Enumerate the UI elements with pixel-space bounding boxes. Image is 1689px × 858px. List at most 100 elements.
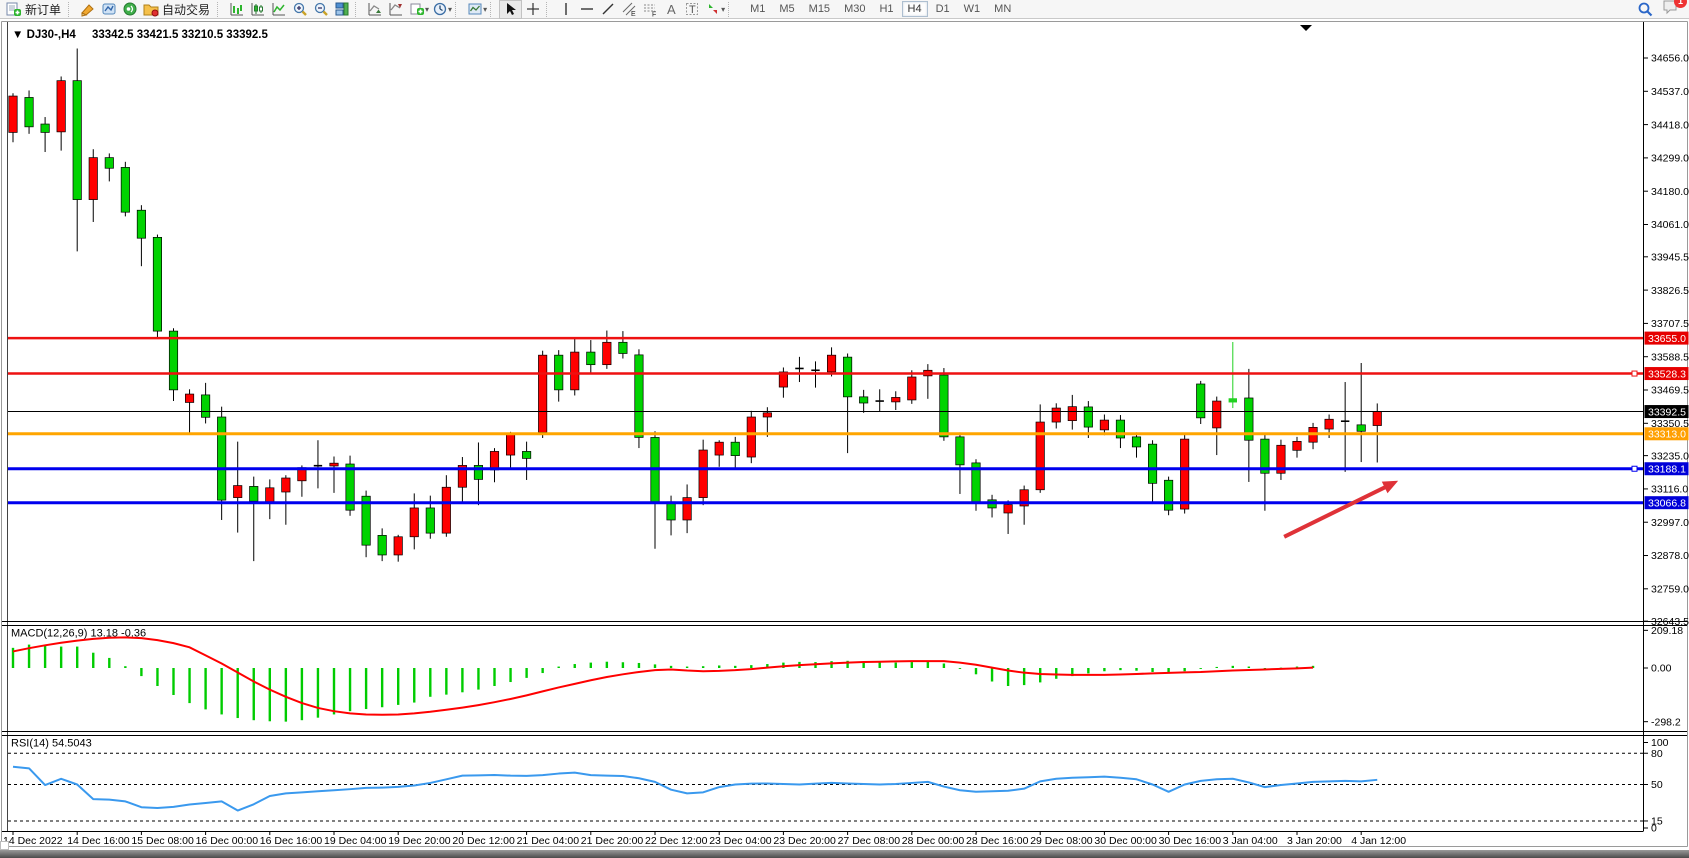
candle-body	[827, 355, 835, 372]
candle-body	[9, 96, 17, 132]
indicator-window-icon[interactable]	[385, 1, 406, 18]
arrow-objects-caret-icon[interactable]: ▾	[721, 5, 725, 14]
text-label-tool-icon[interactable]: T	[681, 1, 702, 18]
timeframe-button-m5[interactable]: M5	[773, 1, 800, 17]
candle-body	[683, 498, 691, 520]
time-tick-label: 3 Jan 20:00	[1287, 835, 1342, 847]
time-tick-label: 19 Dec 20:00	[388, 835, 451, 847]
price-badge-label: 33313.0	[1648, 428, 1686, 440]
candle-body	[442, 487, 450, 533]
candle-body	[394, 537, 402, 555]
time-tick-label: 19 Dec 04:00	[324, 835, 387, 847]
rsi-tick-label: 50	[1651, 779, 1663, 791]
line-anchor-handle[interactable]	[1632, 466, 1637, 471]
line-chart-icon[interactable]	[268, 1, 289, 18]
candle-body	[667, 502, 675, 520]
notifications-button[interactable]: 1	[1662, 0, 1680, 20]
price-tick-label: 34537.0	[1651, 86, 1689, 98]
fibonacci-tool-icon[interactable]: F	[639, 1, 660, 18]
candle-body	[522, 451, 530, 458]
svg-text:A: A	[667, 2, 676, 17]
price-tick-label: 34299.0	[1651, 153, 1689, 165]
marker-icon[interactable]	[77, 1, 98, 18]
toolbar-separator	[455, 2, 461, 17]
sound-icon[interactable]	[119, 1, 140, 18]
timeframe-button-m30[interactable]: M30	[838, 1, 871, 17]
candle-body	[250, 486, 258, 501]
candle-body	[1197, 384, 1205, 418]
toolbar-separator	[728, 2, 734, 17]
timeframe-button-w1[interactable]: W1	[958, 1, 987, 17]
horizontal-line-tool-icon[interactable]	[576, 1, 597, 18]
line-anchor-handle[interactable]	[1632, 371, 1637, 376]
candle-body	[699, 450, 707, 498]
timeframe-button-h4[interactable]: H4	[902, 1, 928, 17]
autotrade-icon[interactable]	[140, 1, 161, 18]
add-indicator-icon[interactable]	[406, 1, 427, 18]
crosshair-icon[interactable]	[522, 1, 543, 18]
zoom-in-icon[interactable]	[289, 1, 310, 18]
price-tick-label: 33826.5	[1651, 285, 1689, 297]
time-tick-label: 30 Dec 16:00	[1159, 835, 1222, 847]
rsi-tick-label: 80	[1651, 748, 1663, 760]
cursor-icon[interactable]	[499, 0, 522, 19]
tile-windows-icon[interactable]	[331, 1, 352, 18]
period-caret-icon[interactable]: ▾	[448, 5, 452, 14]
candle-body	[121, 167, 129, 212]
new-order-label[interactable]: 新订单	[25, 1, 61, 18]
timeframe-button-h1[interactable]: H1	[873, 1, 899, 17]
toolbar-separator	[355, 2, 361, 17]
chart-template-caret-icon[interactable]: ▾	[483, 5, 487, 14]
candle-body	[41, 124, 49, 132]
toolbar-separator	[68, 2, 74, 17]
candle-body	[1100, 420, 1108, 430]
candle-body	[153, 237, 161, 331]
resize-grip[interactable]	[0, 841, 9, 850]
vertical-line-tool-icon[interactable]	[555, 1, 576, 18]
new-order-icon[interactable]	[3, 1, 24, 18]
equidistant-channel-tool-icon[interactable]: E	[618, 1, 639, 18]
candlestick-chart-icon[interactable]	[247, 1, 268, 18]
timeframe-button-d1[interactable]: D1	[930, 1, 956, 17]
period-clock-icon[interactable]	[429, 1, 450, 18]
price-tick-label: 33707.5	[1651, 318, 1689, 330]
candle-body	[956, 437, 964, 465]
bar-chart-icon[interactable]	[226, 1, 247, 18]
timeframe-button-mn[interactable]: MN	[988, 1, 1017, 17]
candle-body	[635, 355, 643, 438]
price-badge-label: 33655.0	[1648, 333, 1686, 345]
indicator-list-icon[interactable]	[364, 1, 385, 18]
candle-body	[859, 397, 867, 403]
notification-badge: 1	[1674, 0, 1687, 8]
candle-body	[587, 352, 595, 365]
price-badge-label: 33392.5	[1648, 406, 1686, 418]
chart-template-icon[interactable]	[464, 1, 485, 18]
search-icon[interactable]	[1635, 1, 1656, 18]
timeframe-button-m1[interactable]: M1	[744, 1, 771, 17]
zoom-out-icon[interactable]	[310, 1, 331, 18]
price-tick-label: 33588.5	[1651, 351, 1689, 363]
arrow-objects-icon[interactable]	[702, 1, 723, 18]
chart-canvas[interactable]: 34656.034537.034418.034299.034180.034061…	[0, 19, 1689, 850]
candle-body	[1148, 444, 1156, 483]
bottom-strip	[0, 850, 1689, 858]
trendline-tool-icon[interactable]	[597, 1, 618, 18]
time-tick-label: 22 Dec 12:00	[645, 835, 708, 847]
candle-body	[1213, 401, 1221, 428]
candle-body	[25, 97, 33, 126]
autotrade-label[interactable]: 自动交易	[162, 1, 210, 18]
candle-body	[843, 357, 851, 397]
time-tick-label: 27 Dec 08:00	[838, 835, 901, 847]
macd-label: MACD(12,26,9) 13.18 -0.36	[11, 628, 146, 640]
chart-window-icon[interactable]	[98, 1, 119, 18]
time-tick-label: 3 Jan 04:00	[1223, 835, 1278, 847]
candle-body	[1180, 439, 1188, 509]
text-tool-icon[interactable]: A	[660, 1, 681, 18]
timeframe-button-m15[interactable]: M15	[803, 1, 836, 17]
candle-body	[1132, 437, 1140, 447]
rsi-label: RSI(14) 54.5043	[11, 738, 92, 750]
price-badge-label: 33066.8	[1648, 497, 1686, 509]
time-tick-label: 30 Dec 00:00	[1094, 835, 1157, 847]
candle-body	[1036, 422, 1044, 490]
price-tick-label: 32997.0	[1651, 517, 1689, 529]
